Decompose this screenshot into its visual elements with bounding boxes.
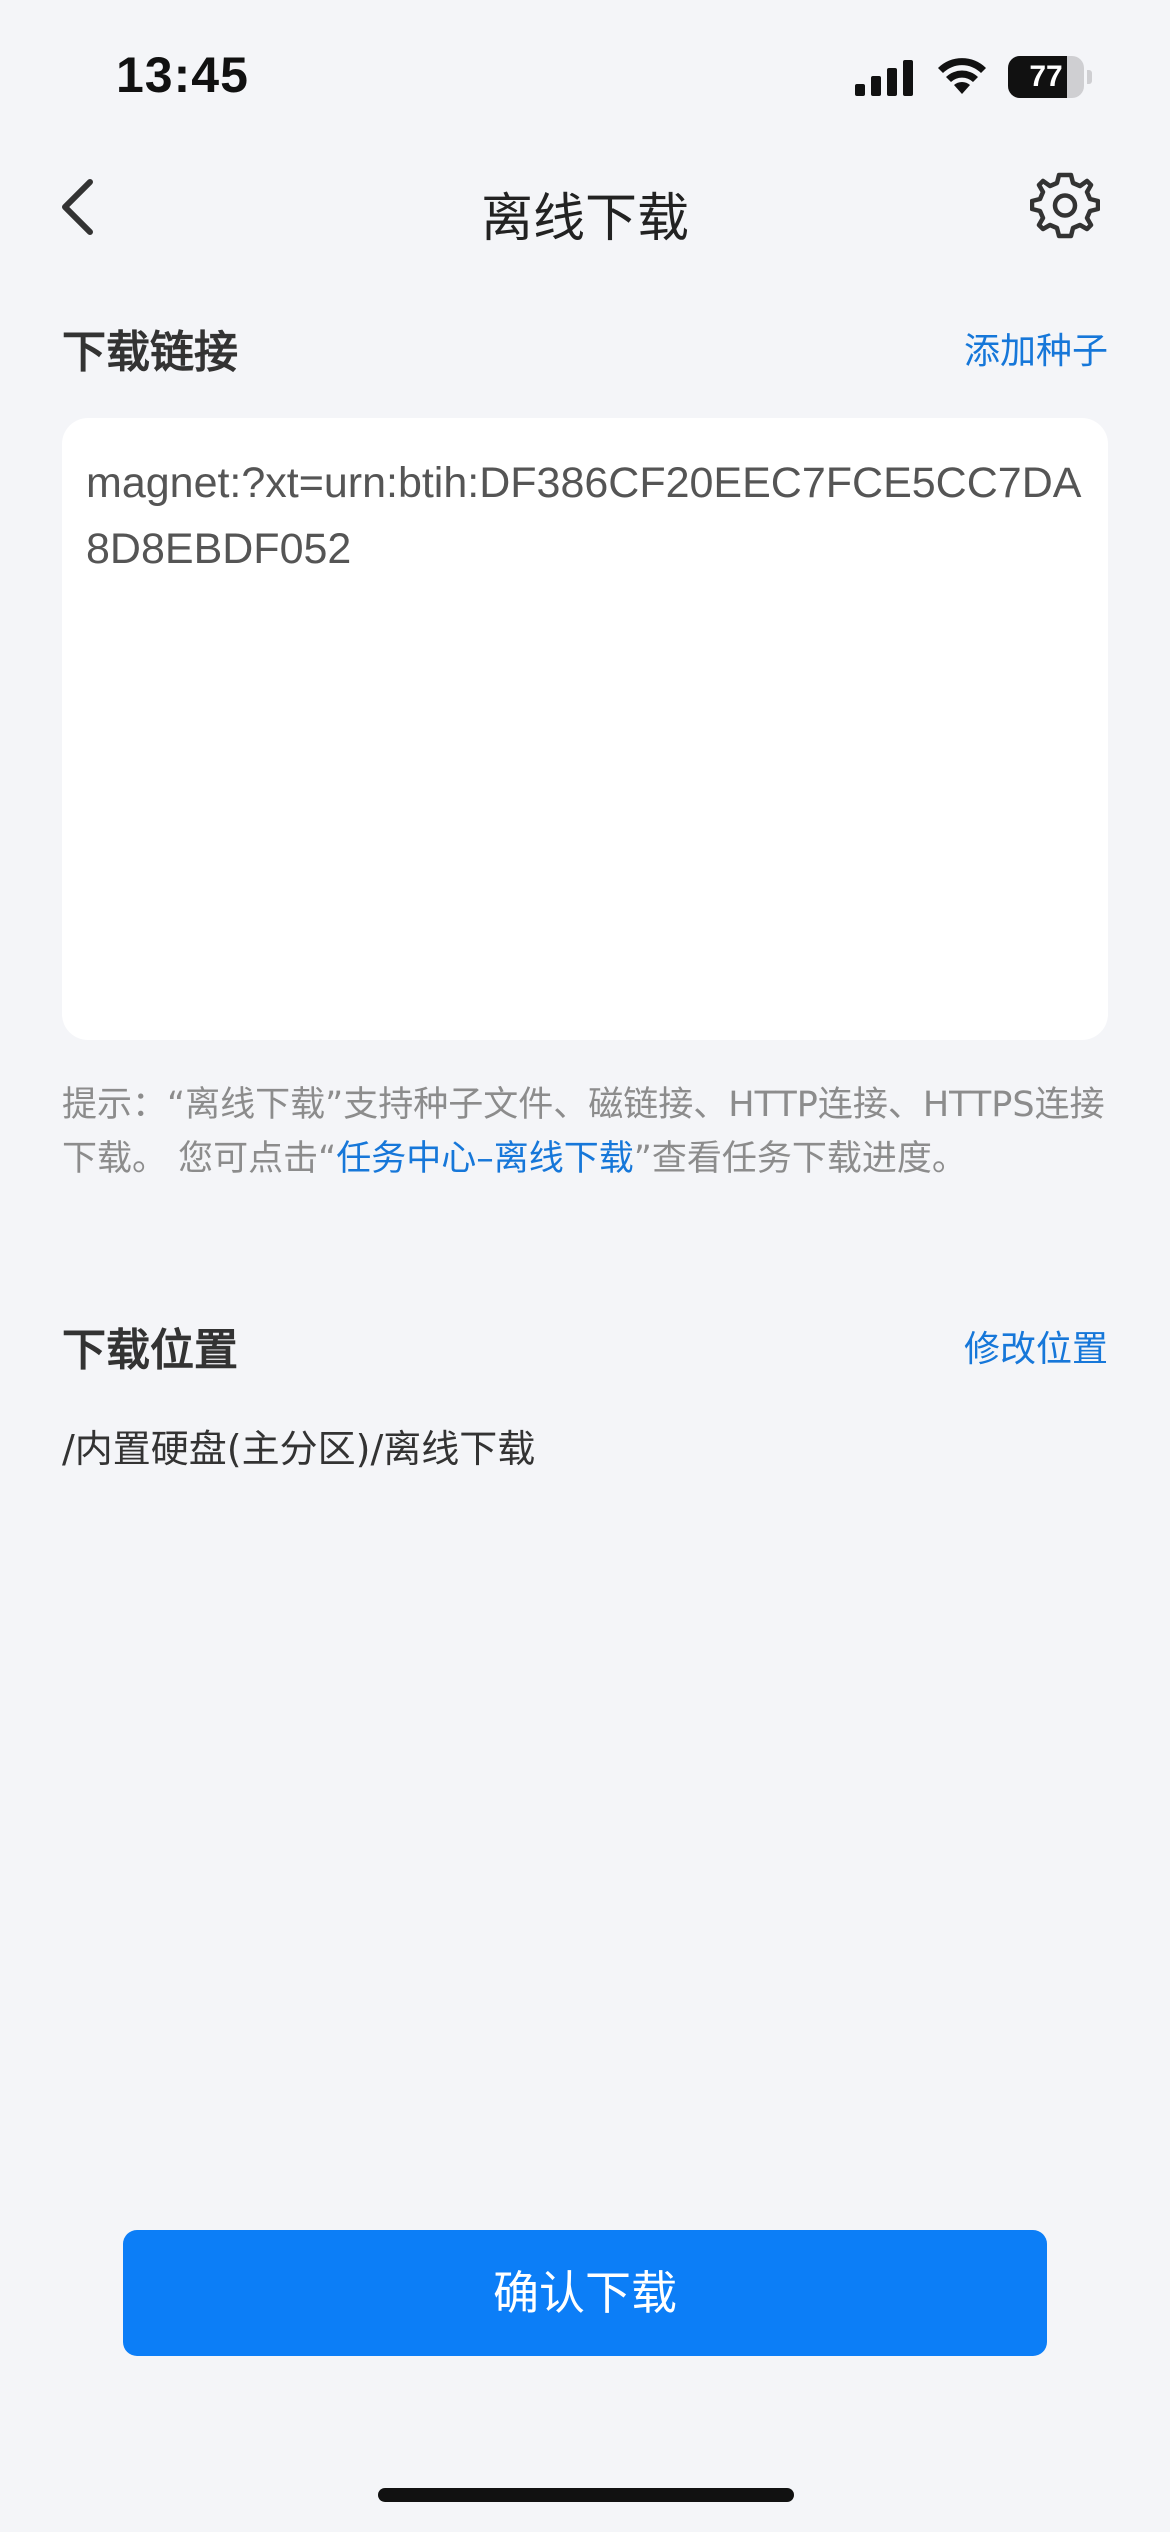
download-link-box: magnet:?xt=urn:btih:DF386CF20EEC7FCE5CC7… — [62, 418, 1108, 1040]
task-center-link[interactable]: 任务中心–离线下载 — [336, 1139, 634, 1179]
battery-level: 77 — [1029, 60, 1063, 93]
add-torrent-button[interactable]: 添加种子 — [964, 322, 1108, 374]
status-bar: 13:45 77 — [0, 0, 1170, 150]
signal-icon — [855, 60, 913, 96]
wifi-icon — [938, 58, 986, 94]
battery-icon: 77 — [1008, 56, 1092, 98]
download-location-path: /内置硬盘(主分区)/离线下载 — [62, 1427, 536, 1471]
download-link-title: 下载链接 — [62, 327, 238, 378]
gear-icon — [1029, 172, 1101, 239]
confirm-download-button[interactable]: 确认下载 — [123, 2230, 1047, 2356]
hint-text: 提示：“离线下载”支持种子文件、磁链接、HTTP连接、HTTPS连接下载。 您可… — [62, 1078, 1108, 1186]
download-location-title: 下载位置 — [62, 1325, 238, 1376]
download-link-input[interactable]: magnet:?xt=urn:btih:DF386CF20EEC7FCE5CC7… — [86, 450, 1084, 1008]
hint-suffix: ”查看任务下载进度。 — [633, 1139, 967, 1179]
change-location-button[interactable]: 修改位置 — [964, 1320, 1108, 1372]
page-title: 离线下载 — [480, 189, 689, 249]
status-time: 13:45 — [116, 47, 249, 103]
settings-button[interactable] — [1029, 170, 1101, 240]
nav-bar: 离线下载 — [0, 150, 1170, 270]
home-indicator — [378, 2488, 794, 2502]
